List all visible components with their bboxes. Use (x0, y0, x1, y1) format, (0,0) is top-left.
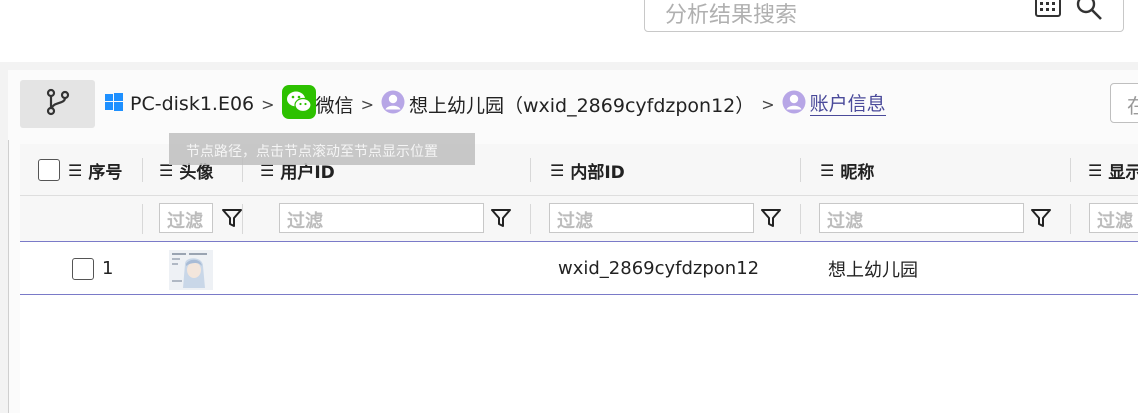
column-divider[interactable] (142, 158, 143, 182)
filter-input-avatar[interactable]: 过滤 (159, 203, 213, 233)
keyboard-icon[interactable] (1035, 0, 1061, 23)
column-divider (142, 204, 143, 234)
filter-icon[interactable] (490, 207, 512, 234)
breadcrumb-item-wechat[interactable]: 微信 (281, 84, 354, 124)
list-icon: ☰ (1088, 160, 1103, 180)
column-header-internal-id[interactable]: ☰ 内部ID (550, 144, 625, 196)
search-box[interactable]: 分析结果搜索 (644, 0, 1124, 32)
breadcrumb-label: 想上幼儿园（wxid_2869cyfdzpon12） (408, 94, 755, 117)
user-icon (782, 90, 806, 119)
filter-icon[interactable] (1030, 207, 1052, 234)
internal-id-cell: wxid_2869cyfdzpon12 (558, 258, 760, 279)
branch-icon (45, 88, 71, 121)
column-label: 内部ID (570, 162, 625, 183)
data-table: ☰ 序号 ☰ 头像 ☰ 用户ID ☰ 内部ID ☰ 昵称 ☰ 显示 过滤 过滤 … (20, 144, 1138, 413)
breadcrumb-item-account-info[interactable]: 账户信息 (782, 90, 886, 119)
column-header-index[interactable]: ☰ 序号 (38, 144, 122, 196)
breadcrumb-item-disk[interactable]: PC-disk1.E06 (104, 92, 254, 117)
breadcrumb-separator: > (761, 94, 775, 114)
filter-icon[interactable] (221, 207, 243, 234)
user-icon (381, 90, 405, 119)
column-header-nickname[interactable]: ☰ 昵称 (820, 144, 874, 196)
list-icon: ☰ (550, 160, 565, 180)
search-input[interactable]: 分析结果搜索 (665, 0, 797, 29)
filter-input-internal-id[interactable]: 过滤 (549, 203, 754, 233)
divider (8, 140, 9, 413)
column-divider[interactable] (800, 158, 801, 182)
breadcrumb-separator: > (261, 94, 275, 114)
row-checkbox[interactable] (72, 257, 94, 280)
breadcrumb-separator: > (360, 94, 374, 114)
breadcrumb-label: PC-disk1.E06 (130, 93, 255, 115)
filter-input-nickname[interactable]: 过滤 (819, 203, 1024, 233)
breadcrumb-item-account[interactable]: 想上幼儿园（wxid_2869cyfdzpon12） (381, 90, 754, 119)
right-action-button[interactable]: 在 (1110, 83, 1138, 123)
table-row[interactable]: 1 wxid_2869cyfdzpon12 想上幼儿园 (20, 242, 1138, 295)
select-all-checkbox[interactable] (38, 159, 60, 181)
column-divider (800, 204, 801, 234)
node-path-button[interactable] (20, 80, 95, 128)
breadcrumb: PC-disk1.E06 > 微信 > 想上幼儿园（wxid_2869cyfdz… (104, 84, 886, 124)
search-icon[interactable] (1075, 0, 1103, 26)
column-label: 序号 (88, 162, 123, 183)
nickname-cell: 想上幼儿园 (828, 259, 918, 281)
column-divider (1070, 204, 1071, 234)
row-index: 1 (102, 258, 114, 279)
windows-icon (104, 92, 124, 117)
column-divider[interactable] (530, 158, 531, 182)
column-divider (530, 204, 531, 234)
breadcrumb-label: 微信 (315, 94, 354, 117)
breadcrumb-label: 账户信息 (809, 92, 886, 116)
row-index-cell: 1 (72, 242, 113, 295)
filter-input-user-id[interactable]: 过滤 (279, 203, 484, 233)
wechat-icon (281, 84, 316, 124)
avatar[interactable] (169, 250, 213, 290)
list-icon: ☰ (820, 160, 835, 180)
filter-input-display[interactable]: 过滤 (1089, 203, 1138, 233)
tooltip: 节点路径，点击节点滚动至节点显示位置 (169, 133, 475, 165)
filter-icon[interactable] (760, 207, 782, 234)
column-label: 昵称 (840, 162, 875, 183)
list-icon: ☰ (68, 160, 83, 180)
column-header-display[interactable]: ☰ 显示 (1088, 144, 1138, 196)
column-divider[interactable] (1070, 158, 1071, 182)
column-label: 显示 (1108, 162, 1138, 183)
